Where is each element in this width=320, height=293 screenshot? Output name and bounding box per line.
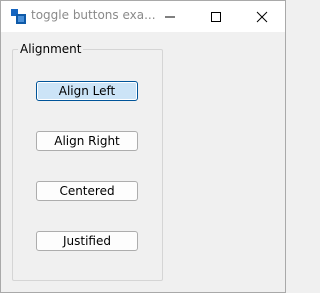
- app-window: toggle buttons exa... Alignment Align Le…: [0, 0, 286, 293]
- close-button[interactable]: [239, 1, 285, 32]
- groupbox-label: Alignment: [18, 42, 84, 56]
- app-window-icon: [11, 9, 26, 24]
- minimize-button[interactable]: [147, 1, 193, 32]
- align-left-toggle-button[interactable]: Align Left: [36, 81, 138, 101]
- close-icon: [256, 11, 268, 23]
- title-bar[interactable]: toggle buttons exa...: [1, 1, 285, 32]
- justified-toggle-button[interactable]: Justified: [36, 231, 138, 251]
- align-right-toggle-button[interactable]: Align Right: [36, 131, 138, 151]
- maximize-button[interactable]: [193, 1, 239, 32]
- maximize-icon: [211, 12, 221, 22]
- centered-toggle-button[interactable]: Centered: [36, 181, 138, 201]
- minimize-icon: [165, 16, 175, 18]
- window-title: toggle buttons exa...: [31, 8, 156, 22]
